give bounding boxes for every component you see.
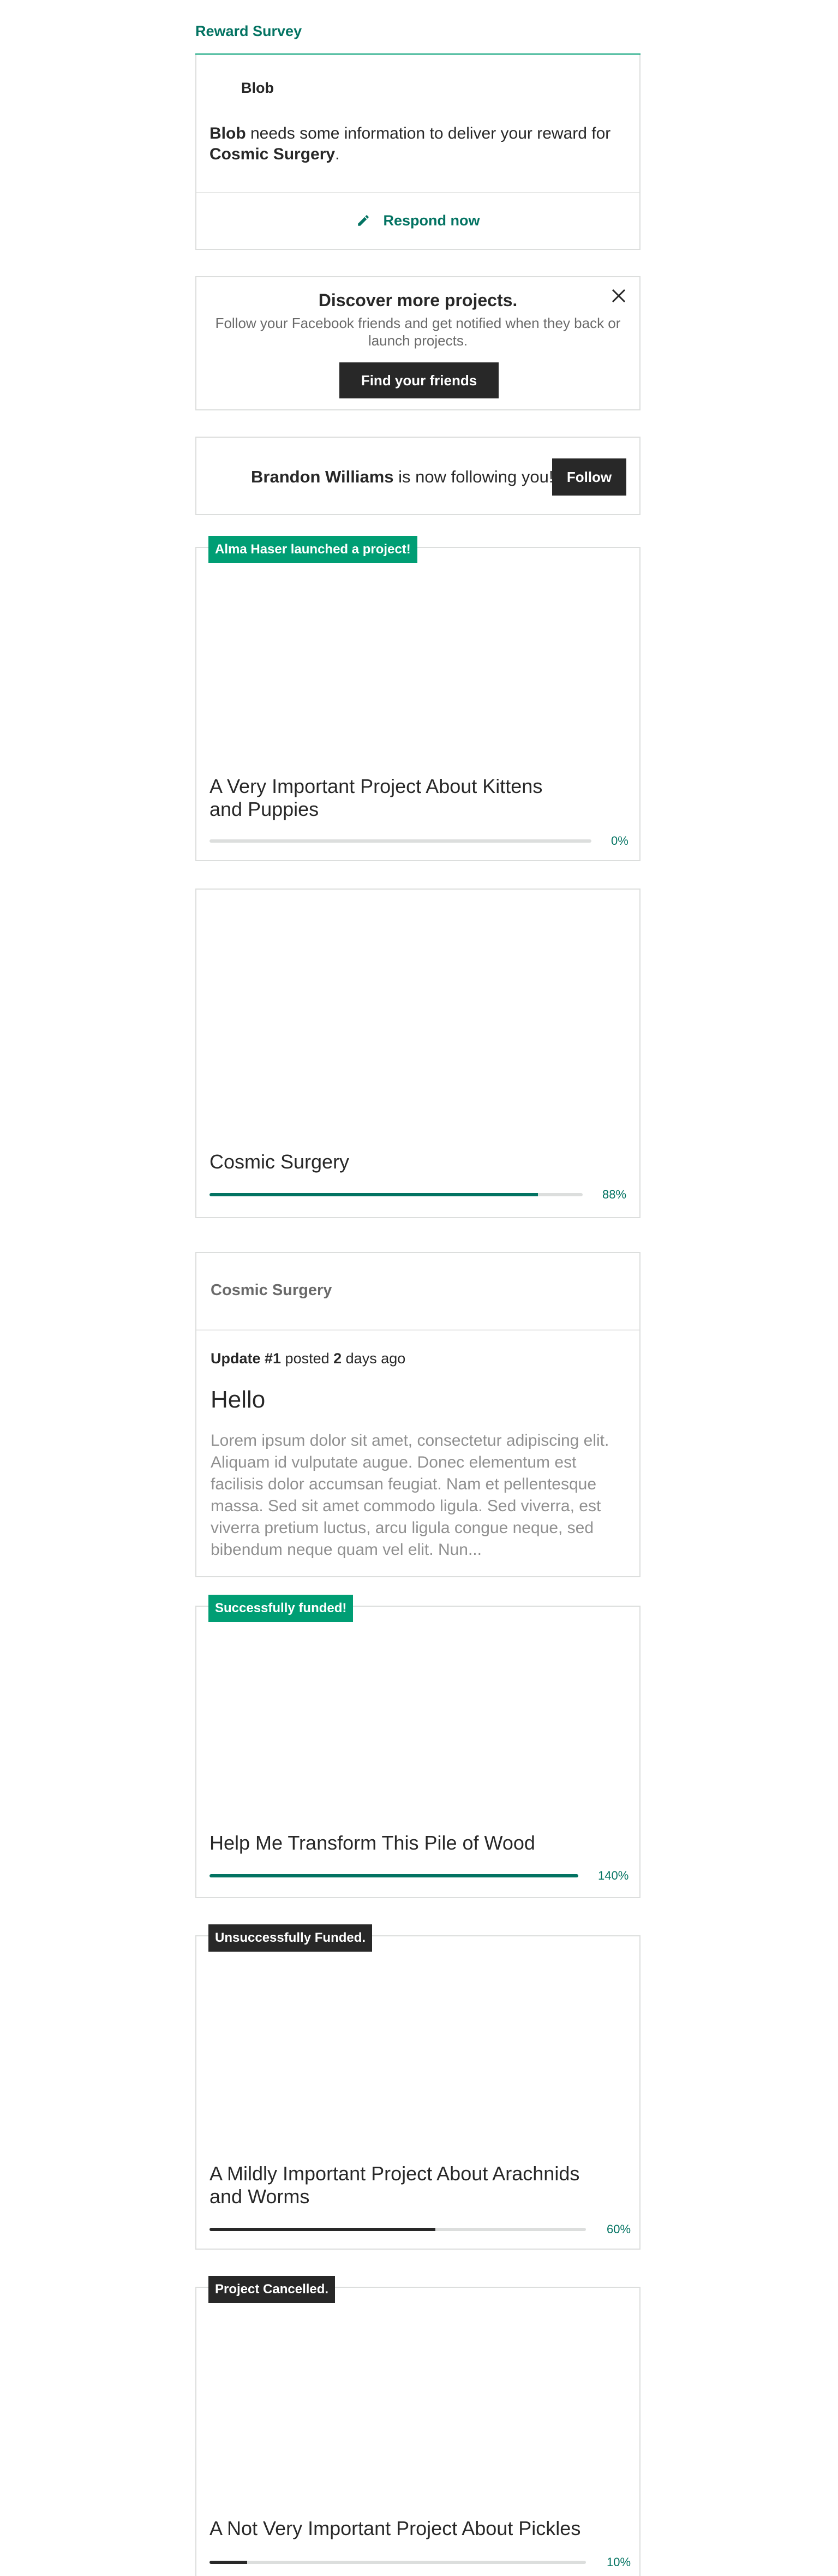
project-launched-badge: Alma Haser launched a project!: [208, 536, 417, 563]
divider: [196, 1329, 639, 1331]
update-project-name[interactable]: Cosmic Surgery: [211, 1281, 332, 1299]
discover-text: Follow your Facebook friends and get not…: [215, 315, 621, 349]
project-card[interactable]: Alma Haser launched a project! A Very Im…: [195, 536, 641, 861]
project-title[interactable]: Cosmic Surgery: [210, 1150, 559, 1173]
funding-progress-fill: [210, 2228, 435, 2231]
follower-avatar: [224, 462, 254, 492]
project-cancelled-badge: Project Cancelled.: [208, 2276, 336, 2303]
funding-progress-bar: [210, 2561, 586, 2564]
survey-message-suffix: .: [335, 145, 340, 163]
follow-message-text: is now following you!: [393, 467, 554, 486]
update-days: 2: [333, 1350, 342, 1367]
project-card[interactable]: Successfully funded! Help Me Transform T…: [195, 1595, 641, 1898]
project-title[interactable]: A Mildly Important Project About Arachni…: [210, 2162, 602, 2208]
update-meta: Update #1 posted 2 days ago: [211, 1350, 405, 1367]
respond-now-button[interactable]: Respond now: [196, 192, 639, 249]
update-number: Update #1: [211, 1350, 282, 1367]
project-update-card[interactable]: Cosmic Surgery Update #1 posted 2 days a…: [195, 1252, 641, 1577]
funding-percent: 0%: [611, 834, 628, 848]
pencil-icon: [357, 215, 369, 226]
update-body: Lorem ipsum dolor sit amet, consectetur …: [211, 1432, 609, 1559]
update-posted-text: posted: [281, 1350, 334, 1367]
project-title[interactable]: A Very Important Project About Kittens a…: [210, 775, 559, 821]
discover-card: Discover more projects. Follow your Face…: [195, 276, 641, 410]
survey-project-name[interactable]: Cosmic Surgery: [210, 145, 335, 163]
project-title[interactable]: Help Me Transform This Pile of Wood: [210, 1832, 624, 1855]
creator-name: Blob: [241, 80, 274, 96]
reward-survey-header: Reward Survey: [195, 20, 641, 56]
funding-progress-fill: [210, 2561, 247, 2564]
funding-progress-fill: [210, 1874, 578, 1877]
funding-percent: 60%: [607, 2222, 631, 2236]
funding-percent: 10%: [607, 2555, 631, 2569]
survey-message-text: needs some information to deliver your r…: [246, 124, 611, 142]
update-heading: Hello: [211, 1386, 266, 1413]
follow-button[interactable]: Follow: [552, 458, 626, 496]
project-title[interactable]: A Not Very Important Project About Pickl…: [210, 2517, 624, 2540]
funding-percent: 88%: [602, 1188, 627, 1201]
reward-survey-card: Blob Blob needs some information to deli…: [195, 55, 641, 250]
discover-heading: Discover more projects.: [318, 290, 518, 310]
follow-message: Brandon Williams is now following you!: [251, 467, 553, 487]
project-card[interactable]: Cosmic Surgery 88%: [195, 889, 641, 1218]
survey-message: Blob needs some information to deliver y…: [210, 123, 624, 165]
project-card[interactable]: Unsuccessfully Funded. A Mildly Importan…: [195, 1924, 641, 2250]
creator-avatar: [210, 75, 240, 106]
funding-percent: 140%: [598, 1869, 629, 1882]
funding-progress-bar: [210, 2228, 586, 2231]
update-ago-text: days ago: [342, 1350, 406, 1367]
follow-card: Brandon Williams is now following you! F…: [195, 437, 641, 515]
project-card[interactable]: Project Cancelled. A Not Very Important …: [195, 2276, 641, 2576]
funding-progress-bar: [210, 1193, 583, 1196]
funding-progress-bar: [210, 839, 591, 843]
follower-name[interactable]: Brandon Williams: [251, 467, 394, 486]
survey-creator-name: Blob: [210, 124, 246, 142]
reward-survey-title: Reward Survey: [195, 23, 302, 39]
respond-now-label: Respond now: [383, 212, 480, 229]
successfully-funded-badge: Successfully funded!: [208, 1595, 354, 1622]
funding-progress-bar: [210, 1874, 578, 1877]
funding-progress-fill: [210, 1193, 538, 1196]
unsuccessfully-funded-badge: Unsuccessfully Funded.: [208, 1924, 373, 1952]
find-friends-button[interactable]: Find your friends: [339, 362, 499, 398]
